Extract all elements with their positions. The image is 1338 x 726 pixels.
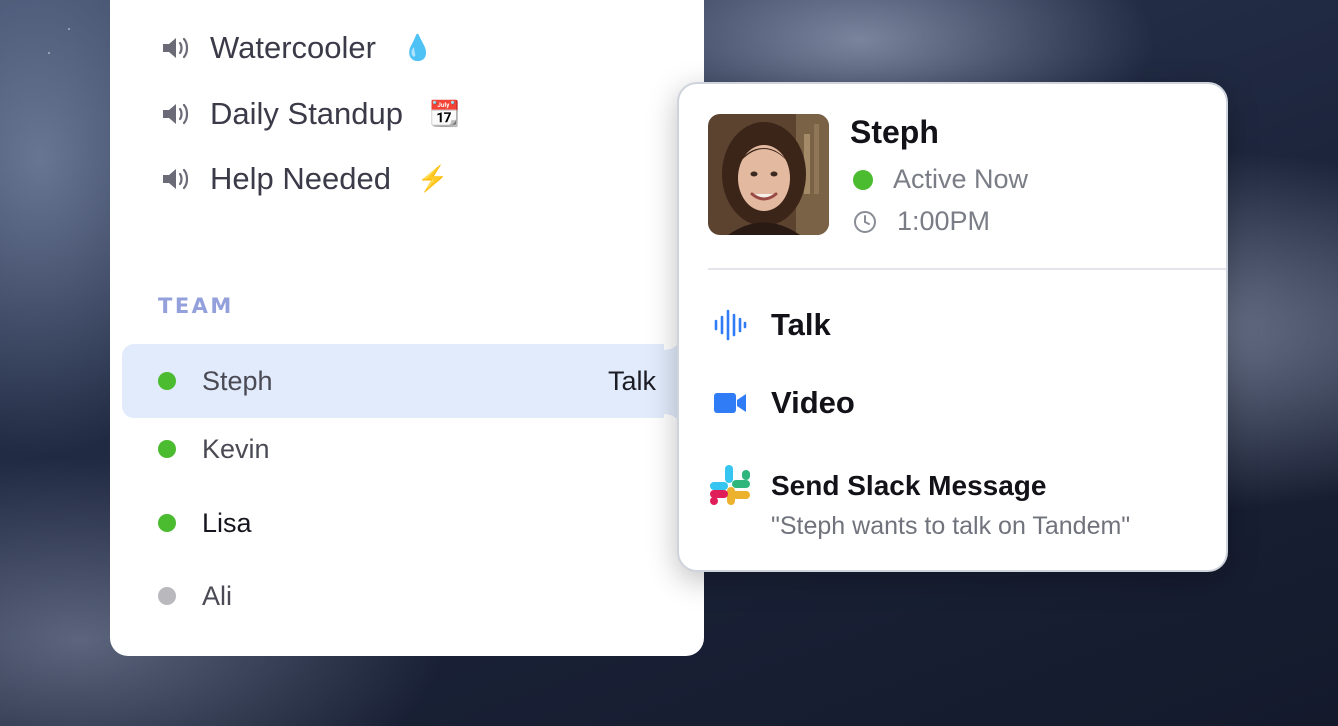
room-daily-standup[interactable]: Daily Standup 📆 bbox=[160, 96, 460, 132]
popover-name: Steph bbox=[850, 114, 939, 150]
waveform-icon bbox=[709, 304, 751, 346]
member-popover: Steph Active Now 1:00PM Talk Video Send … bbox=[677, 82, 1228, 572]
talk-button[interactable]: Talk bbox=[608, 366, 656, 397]
talk-action[interactable]: Talk bbox=[709, 304, 831, 346]
room-watercooler[interactable]: Watercooler 💧 bbox=[160, 30, 433, 66]
video-action-label: Video bbox=[771, 385, 855, 420]
team-member-lisa[interactable]: Lisa bbox=[122, 486, 704, 560]
talk-action-label: Talk bbox=[771, 307, 831, 342]
local-time-text: 1:00PM bbox=[897, 206, 991, 236]
room-label: Watercooler bbox=[210, 30, 376, 65]
lightning-icon: ⚡ bbox=[416, 164, 449, 193]
water-drop-icon: 💧 bbox=[401, 33, 434, 62]
team-member-kevin[interactable]: Kevin bbox=[122, 412, 704, 486]
room-label: Help Needed bbox=[210, 161, 391, 196]
status-dot bbox=[853, 169, 873, 190]
speaker-icon bbox=[160, 164, 190, 194]
member-name: Lisa bbox=[202, 507, 252, 538]
status-dot bbox=[158, 440, 176, 458]
status-dot bbox=[158, 372, 176, 390]
divider bbox=[708, 268, 1226, 270]
slack-message-preview: "Steph wants to talk on Tandem" bbox=[771, 512, 1131, 540]
avatar bbox=[708, 114, 829, 235]
slack-action-title[interactable]: Send Slack Message bbox=[771, 470, 1046, 502]
member-name: Ali bbox=[202, 580, 233, 611]
room-help-needed[interactable]: Help Needed ⚡ bbox=[160, 161, 448, 197]
status-dot bbox=[158, 587, 176, 605]
room-label: Daily Standup bbox=[210, 96, 404, 131]
team-section-title: TEAM bbox=[158, 294, 234, 318]
speaker-icon bbox=[160, 99, 190, 129]
member-name: Kevin bbox=[202, 433, 270, 464]
slack-icon bbox=[709, 464, 751, 506]
presence-status: Active Now bbox=[853, 164, 1028, 195]
status-dot bbox=[158, 514, 176, 532]
video-camera-icon bbox=[709, 382, 751, 424]
member-name: Steph bbox=[202, 365, 273, 396]
calendar-icon: 📆 bbox=[429, 99, 461, 128]
background-speck bbox=[48, 52, 50, 54]
channel-sidebar: Watercooler 💧 Daily Standup 📆 Help Neede… bbox=[110, 0, 704, 656]
slack-action[interactable] bbox=[709, 464, 771, 506]
speaker-icon bbox=[160, 33, 190, 63]
team-member-ali[interactable]: Ali bbox=[122, 559, 704, 633]
clock-icon bbox=[853, 210, 877, 234]
local-time: 1:00PM bbox=[853, 206, 990, 237]
status-text: Active Now bbox=[893, 164, 1029, 194]
team-member-steph[interactable]: Steph Talk bbox=[122, 344, 704, 418]
video-action[interactable]: Video bbox=[709, 382, 855, 424]
background-speck bbox=[68, 28, 70, 30]
